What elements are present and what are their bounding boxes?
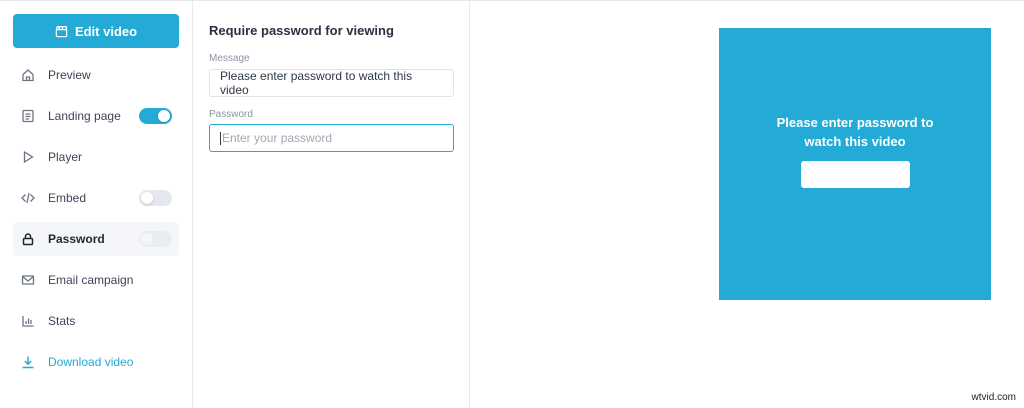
sidebar-item-stats[interactable]: Stats xyxy=(13,304,179,338)
landing-page-toggle[interactable] xyxy=(139,108,172,124)
message-value: Please enter password to watch this vide… xyxy=(220,69,413,97)
mail-icon xyxy=(21,273,35,287)
password-preview: Please enter password to watch this vide… xyxy=(719,28,991,300)
sidebar-item-preview[interactable]: Preview xyxy=(13,58,179,92)
password-input[interactable]: Enter your password xyxy=(209,124,454,152)
sidebar-item-embed[interactable]: Embed xyxy=(13,181,179,215)
sidebar-item-landing-page[interactable]: Landing page xyxy=(13,99,179,133)
sidebar-item-label: Stats xyxy=(48,314,76,328)
lock-icon xyxy=(21,232,35,246)
code-icon xyxy=(21,191,35,205)
sidebar-item-label: Download video xyxy=(48,355,134,369)
sidebar-item-password[interactable]: Password xyxy=(13,222,179,256)
sidebar-item-download-video[interactable]: Download video xyxy=(13,345,179,379)
sidebar-item-label: Embed xyxy=(48,191,87,205)
password-toggle[interactable] xyxy=(139,231,172,247)
clapperboard-icon xyxy=(55,25,68,37)
preview-message: Please enter password to watch this vide… xyxy=(776,115,934,149)
text-caret xyxy=(220,131,221,145)
panel-title: Require password for viewing xyxy=(209,23,394,38)
message-input[interactable]: Please enter password to watch this vide… xyxy=(209,69,454,97)
sidebar-item-label: Email campaign xyxy=(48,273,134,287)
message-label: Message xyxy=(209,53,250,64)
watermark: wtvid.com xyxy=(971,392,1016,403)
password-placeholder: Enter your password xyxy=(222,131,333,145)
sidebar: Edit video Preview Landing page Player E… xyxy=(0,0,193,408)
sidebar-item-label: Landing page xyxy=(48,109,121,123)
edit-video-label: Edit video xyxy=(74,23,138,39)
home-icon xyxy=(21,68,35,82)
sidebar-item-email-campaign[interactable]: Email campaign xyxy=(13,263,179,297)
sidebar-item-label: Password xyxy=(48,232,105,246)
play-icon xyxy=(21,150,35,164)
edit-video-button[interactable]: Edit video xyxy=(13,14,179,48)
sidebar-item-player[interactable]: Player xyxy=(13,140,179,174)
sidebar-nav: Preview Landing page Player Embed Passwo… xyxy=(13,58,179,386)
sidebar-item-label: Player xyxy=(48,150,83,164)
download-icon xyxy=(21,355,35,369)
chart-icon xyxy=(21,314,35,328)
password-label: Password xyxy=(209,109,253,120)
document-icon xyxy=(21,109,35,123)
sidebar-item-label: Preview xyxy=(48,68,91,82)
embed-toggle[interactable] xyxy=(139,190,172,206)
password-settings-panel: Require password for viewing Message Ple… xyxy=(193,0,470,408)
preview-password-field xyxy=(801,161,910,188)
